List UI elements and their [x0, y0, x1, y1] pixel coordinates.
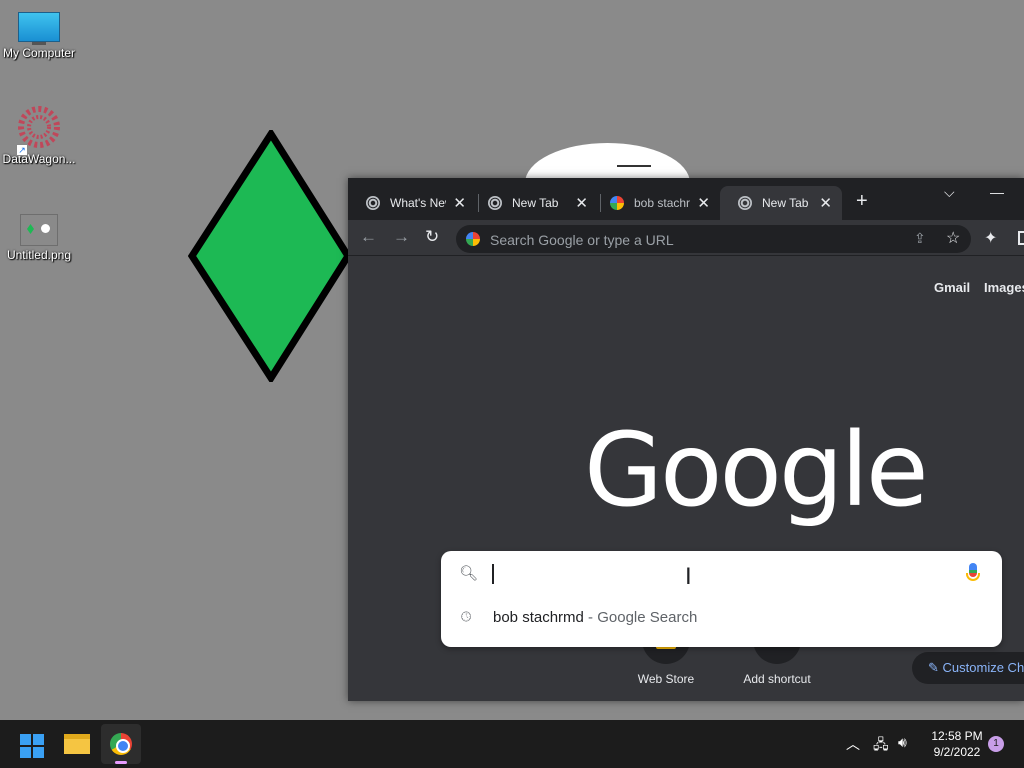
suggestion-suffix: - Google Search — [583, 609, 698, 626]
ntp-search-box[interactable]: 🔍︎ I 🕓︎ bob stachrmd - Google Search — [441, 551, 1002, 647]
omnibox[interactable]: Search Google or type a URL ⇪ ☆ — [456, 225, 971, 253]
desktop-icon-label: Untitled.png — [6, 248, 72, 262]
tab-new-tab-1[interactable]: New Tab ✕ — [470, 186, 598, 220]
search-suggestion[interactable]: bob stachrmd - Google Search — [493, 609, 697, 626]
tab-strip: What's New ✕ New Tab ✕ bob stachrmd ✕ Ne… — [348, 178, 1024, 220]
images-link[interactable]: Images — [984, 280, 1024, 295]
taskbar: ︿ 🖧︎ 🔊︎ 12:58 PM 9/2/2022 1 — [0, 720, 1024, 768]
green-diamond-shape — [188, 130, 353, 382]
file-explorer-icon[interactable] — [64, 734, 90, 754]
close-icon[interactable]: ✕ — [697, 194, 710, 212]
chevron-up-icon[interactable]: ︿ — [846, 734, 860, 754]
back-icon[interactable]: ← — [360, 227, 377, 247]
chrome-icon — [488, 196, 502, 210]
shortcut-label: Add shortcut — [743, 672, 811, 686]
tab-whats-new[interactable]: What's New ✕ — [348, 186, 476, 220]
volume-icon[interactable]: 🔊︎ — [898, 734, 907, 751]
network-icon[interactable]: 🖧︎ — [873, 734, 889, 758]
customize-chrome-button[interactable]: ✎ Customize Chrome — [912, 652, 1024, 684]
tab-label: New Tab — [762, 196, 809, 210]
tab-label: New Tab — [512, 196, 559, 210]
desktop-icon-untitled-png[interactable]: Untitled.png — [0, 0, 78, 262]
new-tab-button[interactable]: + — [856, 190, 868, 213]
image-file-icon — [20, 214, 58, 246]
close-icon[interactable]: ✕ — [453, 194, 466, 212]
history-clock-icon: 🕓︎ — [461, 609, 472, 624]
gmail-link[interactable]: Gmail — [934, 280, 970, 295]
omnibox-placeholder: Search Google or type a URL — [490, 232, 674, 248]
text-caret — [492, 564, 494, 584]
google-logo: Google — [584, 411, 929, 530]
shortcut-label: Web Store — [637, 672, 695, 686]
close-icon[interactable]: ✕ — [819, 194, 832, 212]
side-panel-icon[interactable] — [1018, 231, 1024, 245]
chrome-icon — [110, 733, 132, 755]
extensions-icon[interactable]: ✦ — [984, 228, 997, 248]
reload-icon[interactable]: ↻ — [425, 227, 439, 247]
forward-icon[interactable]: → — [393, 227, 410, 247]
windows-start-icon[interactable] — [20, 734, 44, 758]
customize-label: Customize Chrome — [942, 660, 1024, 675]
clock-time: 12:58 PM — [931, 729, 983, 743]
clock-date: 9/2/2022 — [933, 745, 981, 759]
tab-search-icon[interactable]: ⌵ — [944, 184, 955, 201]
star-icon[interactable]: ☆ — [946, 228, 960, 248]
chrome-icon — [738, 196, 752, 210]
pencil-icon: ✎ — [928, 660, 939, 675]
system-clock[interactable]: 12:58 PM 9/2/2022 — [922, 728, 992, 760]
microphone-icon[interactable] — [966, 563, 980, 581]
chrome-icon — [366, 196, 380, 210]
notification-badge[interactable]: 1 — [988, 736, 1004, 752]
ibeam-cursor-icon: I — [685, 563, 692, 590]
tab-label: What's New — [390, 196, 446, 210]
suggestion-query: bob stachrmd — [493, 609, 584, 626]
tab-bob-stachrmd[interactable]: bob stachrmd ✕ — [592, 186, 720, 220]
share-icon[interactable]: ⇪ — [914, 230, 926, 247]
toolbar: ← → ↻ Search Google or type a URL ⇪ ☆ ✦ — [348, 220, 1024, 256]
google-icon — [466, 232, 480, 246]
search-icon: 🔍︎ — [459, 565, 479, 582]
close-icon[interactable]: ✕ — [575, 194, 588, 212]
minimize-icon[interactable]: — — [990, 184, 1004, 200]
google-icon — [610, 196, 624, 210]
tab-label: bob stachrmd — [634, 196, 690, 210]
tab-new-tab-active[interactable]: New Tab ✕ — [720, 186, 842, 220]
chrome-taskbar-button[interactable] — [101, 724, 141, 764]
